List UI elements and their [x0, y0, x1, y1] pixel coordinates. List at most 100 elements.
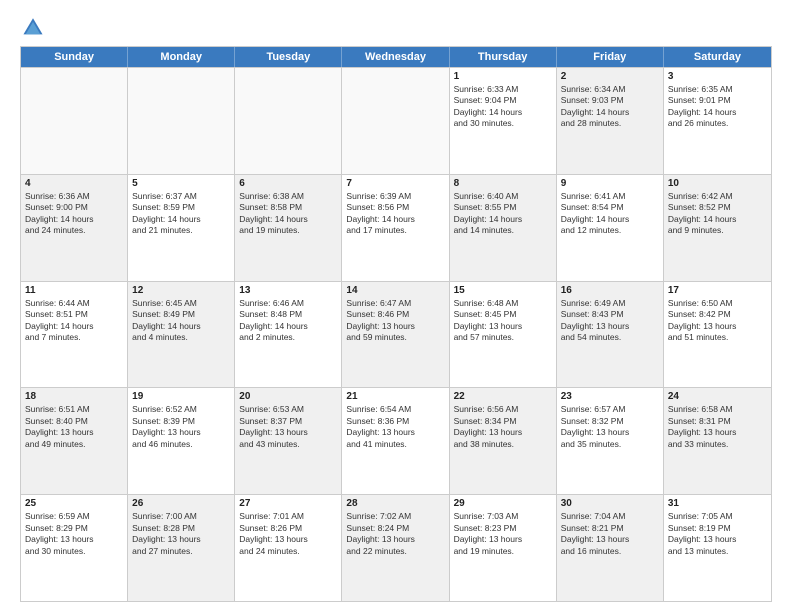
logo	[20, 16, 44, 38]
day-info: Sunrise: 6:45 AM Sunset: 8:49 PM Dayligh…	[132, 298, 230, 344]
cal-cell: 11Sunrise: 6:44 AM Sunset: 8:51 PM Dayli…	[21, 282, 128, 388]
day-number: 30	[561, 498, 659, 509]
day-info: Sunrise: 7:00 AM Sunset: 8:28 PM Dayligh…	[132, 511, 230, 557]
cal-cell: 22 Sunrise: 6:56 AM Sunset: 8:34 PM Dayli…	[450, 388, 557, 494]
cal-cell: 27 Sunrise: 7:01 AM Sunset: 8:26 PM Dayli…	[235, 495, 342, 601]
day-number: 29	[454, 498, 552, 509]
day-info: Sunrise: 6:56 AM Sunset: 8:34 PM Dayligh…	[454, 404, 552, 450]
day-info: Sunrise: 6:57 AM Sunset: 8:32 PM Dayligh…	[561, 404, 659, 450]
day-number: 21	[346, 391, 444, 402]
day-number: 3	[668, 71, 767, 82]
day-info: Sunrise: 6:46 AM Sunset: 8:48 PM Dayligh…	[239, 298, 337, 344]
day-number: 7	[346, 178, 444, 189]
day-info: Sunrise: 6:41 AM Sunset: 8:54 PM Dayligh…	[561, 191, 659, 237]
day-number: 13	[239, 285, 337, 296]
day-info: Sunrise: 6:51 AM Sunset: 8:40 PM Dayligh…	[25, 404, 123, 450]
day-number: 12	[132, 285, 230, 296]
day-info: Sunrise: 7:02 AM Sunset: 8:24 PM Dayligh…	[346, 511, 444, 557]
cal-cell: 24 Sunrise: 6:58 AM Sunset: 8:31 PM Dayli…	[664, 388, 771, 494]
cal-cell	[21, 68, 128, 174]
day-info: Sunrise: 6:39 AM Sunset: 8:56 PM Dayligh…	[346, 191, 444, 237]
day-info: Sunrise: 6:36 AM Sunset: 9:00 PM Dayligh…	[25, 191, 123, 237]
cal-cell: 1Sunrise: 6:33 AM Sunset: 9:04 PM Daylig…	[450, 68, 557, 174]
day-number: 23	[561, 391, 659, 402]
calendar: SundayMondayTuesdayWednesdayThursdayFrid…	[20, 46, 772, 602]
cal-cell: 7 Sunrise: 6:39 AM Sunset: 8:56 PM Daylig…	[342, 175, 449, 281]
day-number: 26	[132, 498, 230, 509]
day-number: 16	[561, 285, 659, 296]
week-2: 4Sunrise: 6:36 AM Sunset: 9:00 PM Daylig…	[21, 174, 771, 281]
cal-cell: 26 Sunrise: 7:00 AM Sunset: 8:28 PM Dayli…	[128, 495, 235, 601]
day-number: 28	[346, 498, 444, 509]
day-info: Sunrise: 6:48 AM Sunset: 8:45 PM Dayligh…	[454, 298, 552, 344]
day-info: Sunrise: 6:33 AM Sunset: 9:04 PM Dayligh…	[454, 84, 552, 130]
cal-cell: 3 Sunrise: 6:35 AM Sunset: 9:01 PM Daylig…	[664, 68, 771, 174]
cal-cell: 8 Sunrise: 6:40 AM Sunset: 8:55 PM Daylig…	[450, 175, 557, 281]
week-4: 18 Sunrise: 6:51 AM Sunset: 8:40 PM Dayli…	[21, 387, 771, 494]
day-info: Sunrise: 6:42 AM Sunset: 8:52 PM Dayligh…	[668, 191, 767, 237]
header-day-tuesday: Tuesday	[235, 47, 342, 67]
day-info: Sunrise: 6:44 AM Sunset: 8:51 PM Dayligh…	[25, 298, 123, 344]
day-number: 14	[346, 285, 444, 296]
day-number: 6	[239, 178, 337, 189]
cal-cell: 19 Sunrise: 6:52 AM Sunset: 8:39 PM Dayli…	[128, 388, 235, 494]
header-day-thursday: Thursday	[450, 47, 557, 67]
header-day-wednesday: Wednesday	[342, 47, 449, 67]
day-number: 10	[668, 178, 767, 189]
day-number: 19	[132, 391, 230, 402]
header-day-friday: Friday	[557, 47, 664, 67]
cal-cell: 29 Sunrise: 7:03 AM Sunset: 8:23 PM Dayli…	[450, 495, 557, 601]
cal-cell: 31 Sunrise: 7:05 AM Sunset: 8:19 PM Dayli…	[664, 495, 771, 601]
header-day-saturday: Saturday	[664, 47, 771, 67]
cal-cell: 10 Sunrise: 6:42 AM Sunset: 8:52 PM Dayli…	[664, 175, 771, 281]
day-number: 17	[668, 285, 767, 296]
day-info: Sunrise: 6:58 AM Sunset: 8:31 PM Dayligh…	[668, 404, 767, 450]
day-number: 8	[454, 178, 552, 189]
cal-cell: 28 Sunrise: 7:02 AM Sunset: 8:24 PM Dayli…	[342, 495, 449, 601]
cal-cell: 20 Sunrise: 6:53 AM Sunset: 8:37 PM Dayli…	[235, 388, 342, 494]
day-number: 15	[454, 285, 552, 296]
day-info: Sunrise: 6:47 AM Sunset: 8:46 PM Dayligh…	[346, 298, 444, 344]
day-info: Sunrise: 7:03 AM Sunset: 8:23 PM Dayligh…	[454, 511, 552, 557]
week-3: 11Sunrise: 6:44 AM Sunset: 8:51 PM Dayli…	[21, 281, 771, 388]
day-number: 31	[668, 498, 767, 509]
day-info: Sunrise: 7:04 AM Sunset: 8:21 PM Dayligh…	[561, 511, 659, 557]
day-info: Sunrise: 6:35 AM Sunset: 9:01 PM Dayligh…	[668, 84, 767, 130]
day-number: 25	[25, 498, 123, 509]
day-info: Sunrise: 6:52 AM Sunset: 8:39 PM Dayligh…	[132, 404, 230, 450]
week-5: 25 Sunrise: 6:59 AM Sunset: 8:29 PM Dayli…	[21, 494, 771, 601]
header-day-monday: Monday	[128, 47, 235, 67]
day-info: Sunrise: 7:05 AM Sunset: 8:19 PM Dayligh…	[668, 511, 767, 557]
day-number: 27	[239, 498, 337, 509]
day-info: Sunrise: 6:53 AM Sunset: 8:37 PM Dayligh…	[239, 404, 337, 450]
cal-cell: 9Sunrise: 6:41 AM Sunset: 8:54 PM Daylig…	[557, 175, 664, 281]
cal-cell: 6Sunrise: 6:38 AM Sunset: 8:58 PM Daylig…	[235, 175, 342, 281]
logo-icon	[22, 16, 44, 38]
cal-cell: 14 Sunrise: 6:47 AM Sunset: 8:46 PM Dayli…	[342, 282, 449, 388]
cal-cell: 17 Sunrise: 6:50 AM Sunset: 8:42 PM Dayli…	[664, 282, 771, 388]
day-info: Sunrise: 6:59 AM Sunset: 8:29 PM Dayligh…	[25, 511, 123, 557]
cal-cell: 25 Sunrise: 6:59 AM Sunset: 8:29 PM Dayli…	[21, 495, 128, 601]
day-info: Sunrise: 6:50 AM Sunset: 8:42 PM Dayligh…	[668, 298, 767, 344]
cal-cell: 15 Sunrise: 6:48 AM Sunset: 8:45 PM Dayli…	[450, 282, 557, 388]
logo-text	[20, 16, 44, 38]
cal-cell: 23 Sunrise: 6:57 AM Sunset: 8:32 PM Dayli…	[557, 388, 664, 494]
day-info: Sunrise: 6:49 AM Sunset: 8:43 PM Dayligh…	[561, 298, 659, 344]
day-number: 20	[239, 391, 337, 402]
header	[20, 16, 772, 38]
day-info: Sunrise: 6:34 AM Sunset: 9:03 PM Dayligh…	[561, 84, 659, 130]
cal-cell: 13 Sunrise: 6:46 AM Sunset: 8:48 PM Dayli…	[235, 282, 342, 388]
day-info: Sunrise: 7:01 AM Sunset: 8:26 PM Dayligh…	[239, 511, 337, 557]
cal-cell	[235, 68, 342, 174]
day-number: 24	[668, 391, 767, 402]
cal-cell: 18 Sunrise: 6:51 AM Sunset: 8:40 PM Dayli…	[21, 388, 128, 494]
cal-cell: 16 Sunrise: 6:49 AM Sunset: 8:43 PM Dayli…	[557, 282, 664, 388]
cal-cell: 5Sunrise: 6:37 AM Sunset: 8:59 PM Daylig…	[128, 175, 235, 281]
calendar-header: SundayMondayTuesdayWednesdayThursdayFrid…	[21, 47, 771, 67]
cal-cell: 4Sunrise: 6:36 AM Sunset: 9:00 PM Daylig…	[21, 175, 128, 281]
day-info: Sunrise: 6:40 AM Sunset: 8:55 PM Dayligh…	[454, 191, 552, 237]
day-number: 2	[561, 71, 659, 82]
day-number: 18	[25, 391, 123, 402]
day-number: 22	[454, 391, 552, 402]
day-number: 5	[132, 178, 230, 189]
